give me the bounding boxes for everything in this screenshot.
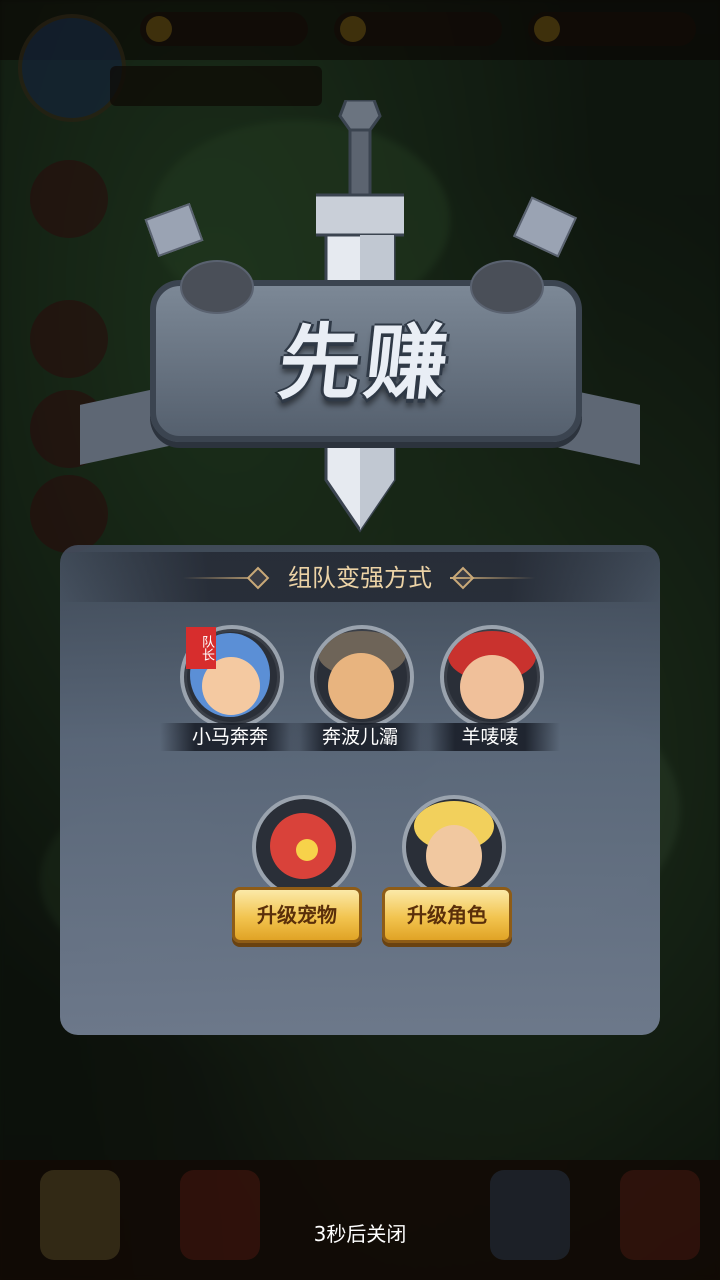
rock-shard [513,196,577,258]
upgrade-pet-option[interactable]: 升级宠物 [232,795,392,955]
rock-cluster [180,260,254,314]
upgrade-pet-button[interactable]: 升级宠物 [232,887,362,943]
auto-close-countdown: 3秒后关闭 [313,1222,407,1246]
team-member[interactable]: 羊唛唛 [410,625,570,755]
member-name: 羊唛唛 [461,726,519,748]
upgrade-hero-option[interactable]: 升级角色 [382,795,542,955]
member-name: 小马奔奔 [191,726,268,748]
team-panel [60,545,660,1035]
member-avatar [440,625,544,729]
member-name: 奔波儿灞 [321,726,398,748]
section-title: 组队变强方式 [288,564,432,592]
victory-emblem: 先赚 [80,90,640,533]
pet-dragon-icon [252,795,356,899]
captain-tag: 队长 [186,627,216,669]
upgrade-hero-button[interactable]: 升级角色 [382,887,512,943]
rock-shard [144,202,204,258]
rock-cluster [470,260,544,314]
member-avatar [310,625,414,729]
hero-portrait-icon [402,795,506,899]
